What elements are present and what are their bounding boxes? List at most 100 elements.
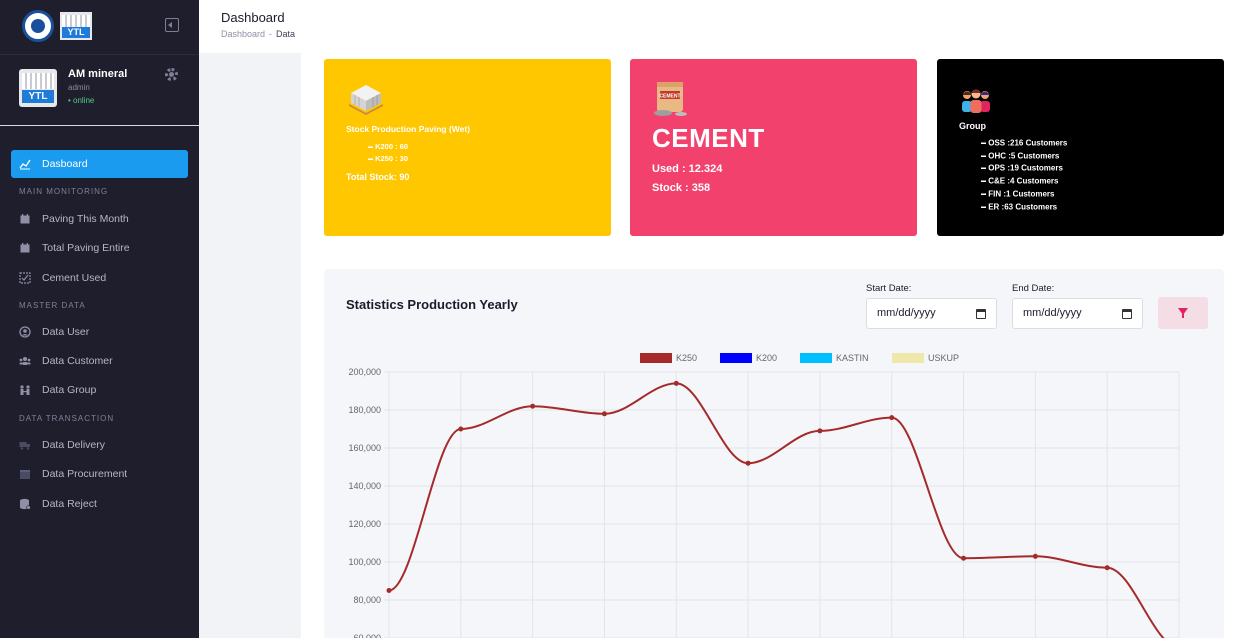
sidebar-item-data-procurement[interactable]: Data Procurement [11,460,188,488]
stock-card-title: Stock Production Paving (Wet) [346,124,471,134]
data-point[interactable] [1032,553,1038,559]
group-item-ops: ▬ OPS :19 Customers [981,163,1063,173]
box-icon [19,468,31,480]
production-line-chart: 200,000 180,000 160,000 140,000 120,000 100,0… [348,353,1180,638]
sidebar-item-label: Paving This Month [42,213,129,225]
group-item-ohc: ▬ OHC :5 Customers [981,151,1060,161]
group-item-ce: ▬ C&E :4 Customers [981,176,1059,186]
group-item-fin: ▬ FIN :1 Customers [981,189,1055,199]
sidebar-item-dashboard[interactable]: Dasboard [11,150,188,178]
truck-icon [19,439,31,451]
pallet-icon [349,85,383,115]
page-header: Dashboard Dashboard - Data [199,0,1257,53]
section-main-monitoring: MAIN MONITORING [19,187,109,196]
section-master-data: MASTER DATA [19,301,86,310]
user-name: AM mineral [68,68,128,80]
chart-line-icon [19,158,31,170]
sidebar-item-label: Dasboard [42,158,88,170]
data-point[interactable] [601,411,607,417]
sidebar-item-total-paving-entire[interactable]: Total Paving Entire [11,234,188,262]
stock-total: Total Stock: 90 [346,172,410,182]
settings-gear-icon[interactable] [165,68,178,81]
cement-used: Used : 12.324 [652,163,723,175]
legend-label[interactable]: K250 [676,353,697,363]
y-tick-label: 100,000 [348,557,381,567]
legend-swatch[interactable] [720,353,752,363]
data-point[interactable] [961,555,967,561]
breadcrumb: Dashboard - Data [221,29,295,39]
stock-production-card: Stock Production Paving (Wet) ▬ K200 : 6… [324,59,611,236]
y-tick-label: 60,000 [353,633,381,638]
user-role: admin [68,83,90,92]
group-item-oss: ▬ OSS :216 Customers [981,138,1068,148]
breadcrumb-separator: - [269,29,273,39]
cement-stock: Stock : 358 [652,182,711,194]
cement-title: CEMENT [652,123,765,153]
organization-logo[interactable] [22,10,54,42]
legend-swatch[interactable] [640,353,672,363]
sidebar-item-paving-this-month[interactable]: Paving This Month [11,205,188,233]
legend-swatch[interactable] [800,353,832,363]
user-circle-icon [19,326,31,338]
legend-label[interactable]: KASTIN [836,353,869,363]
svg-text:CEMENT: CEMENT [659,94,680,100]
statistics-panel: Statistics Production Yearly Start Date:… [324,269,1224,638]
y-tick-label: 120,000 [348,519,381,529]
breadcrumb-current: Data [276,29,296,39]
user-profile: AM mineral admin • online [0,55,199,126]
sidebar-item-label: Data Procurement [42,468,128,480]
stock-item-k250: ▬ K250 : 30 [368,154,409,164]
data-point[interactable] [673,380,679,386]
sidebar-item-label: Data Delivery [42,439,106,451]
group-icon [19,384,31,396]
group-item-er: ▬ ER :63 Customers [981,201,1058,211]
legend-label[interactable]: USKUP [928,353,959,363]
stock-item-k200: ▬ K200 : 60 [368,142,409,151]
sidebar-item-label: Cement Used [42,272,107,284]
cement-card: CEMENT CEMENT Used : 12.324 Stock : 358 [630,59,917,236]
y-tick-label: 160,000 [348,443,381,453]
sidebar-item-data-user[interactable]: Data User [11,318,188,346]
avatar[interactable] [19,69,57,107]
cement-bag-icon: CEMENT [654,82,687,116]
user-status: • online [68,96,95,105]
checkbox-icon [19,272,31,284]
calendar-icon [19,213,31,225]
legend-label[interactable]: K200 [756,353,777,363]
group-list: ▬ OSS :216 Customers ▬ OHC :5 Customers … [981,137,1067,213]
sidebar-item-label: Total Paving Entire [42,242,130,254]
data-point[interactable] [817,428,823,434]
group-card-title: Group [959,121,986,131]
data-point[interactable] [458,426,464,432]
sidebar-item-data-reject[interactable]: Data Reject [11,490,188,518]
sidebar: AM mineral admin • online Dasboard MAIN … [0,0,199,638]
sidebar-item-data-delivery[interactable]: Data Delivery [11,431,188,459]
calendar-check-icon [19,242,31,254]
data-point[interactable] [386,588,392,593]
legend-swatch[interactable] [892,353,924,363]
ytl-logo[interactable] [60,12,92,40]
users-icon [19,355,31,367]
data-point[interactable] [889,415,895,421]
breadcrumb-dashboard[interactable]: Dashboard [221,29,265,39]
main-content: Stock Production Paving (Wet) ▬ K200 : 6… [301,53,1257,638]
sidebar-item-data-customer[interactable]: Data Customer [11,347,188,375]
sidebar-collapse-icon[interactable] [165,18,179,32]
data-point[interactable] [745,460,751,466]
sidebar-item-cement-used[interactable]: Cement Used [11,264,188,292]
brand-bar [0,0,199,55]
sidebar-item-label: Data Customer [42,355,113,367]
sidebar-item-label: Data Group [42,384,97,396]
y-tick-label: 180,000 [348,405,381,415]
section-data-transaction: DATA TRANSACTION [19,414,115,423]
page-title: Dashboard [221,10,285,25]
y-tick-label: 80,000 [353,595,381,605]
sidebar-item-data-group[interactable]: Data Group [11,376,188,404]
people-group-icon [962,89,990,113]
data-point[interactable] [530,403,536,409]
group-card: Group ▬ OSS :216 Customers ▬ OHC :5 Cust… [937,59,1224,236]
sidebar-item-label: Data User [42,326,90,338]
database-icon [19,498,31,510]
data-point[interactable] [1104,565,1110,571]
y-tick-label: 200,000 [348,367,381,377]
